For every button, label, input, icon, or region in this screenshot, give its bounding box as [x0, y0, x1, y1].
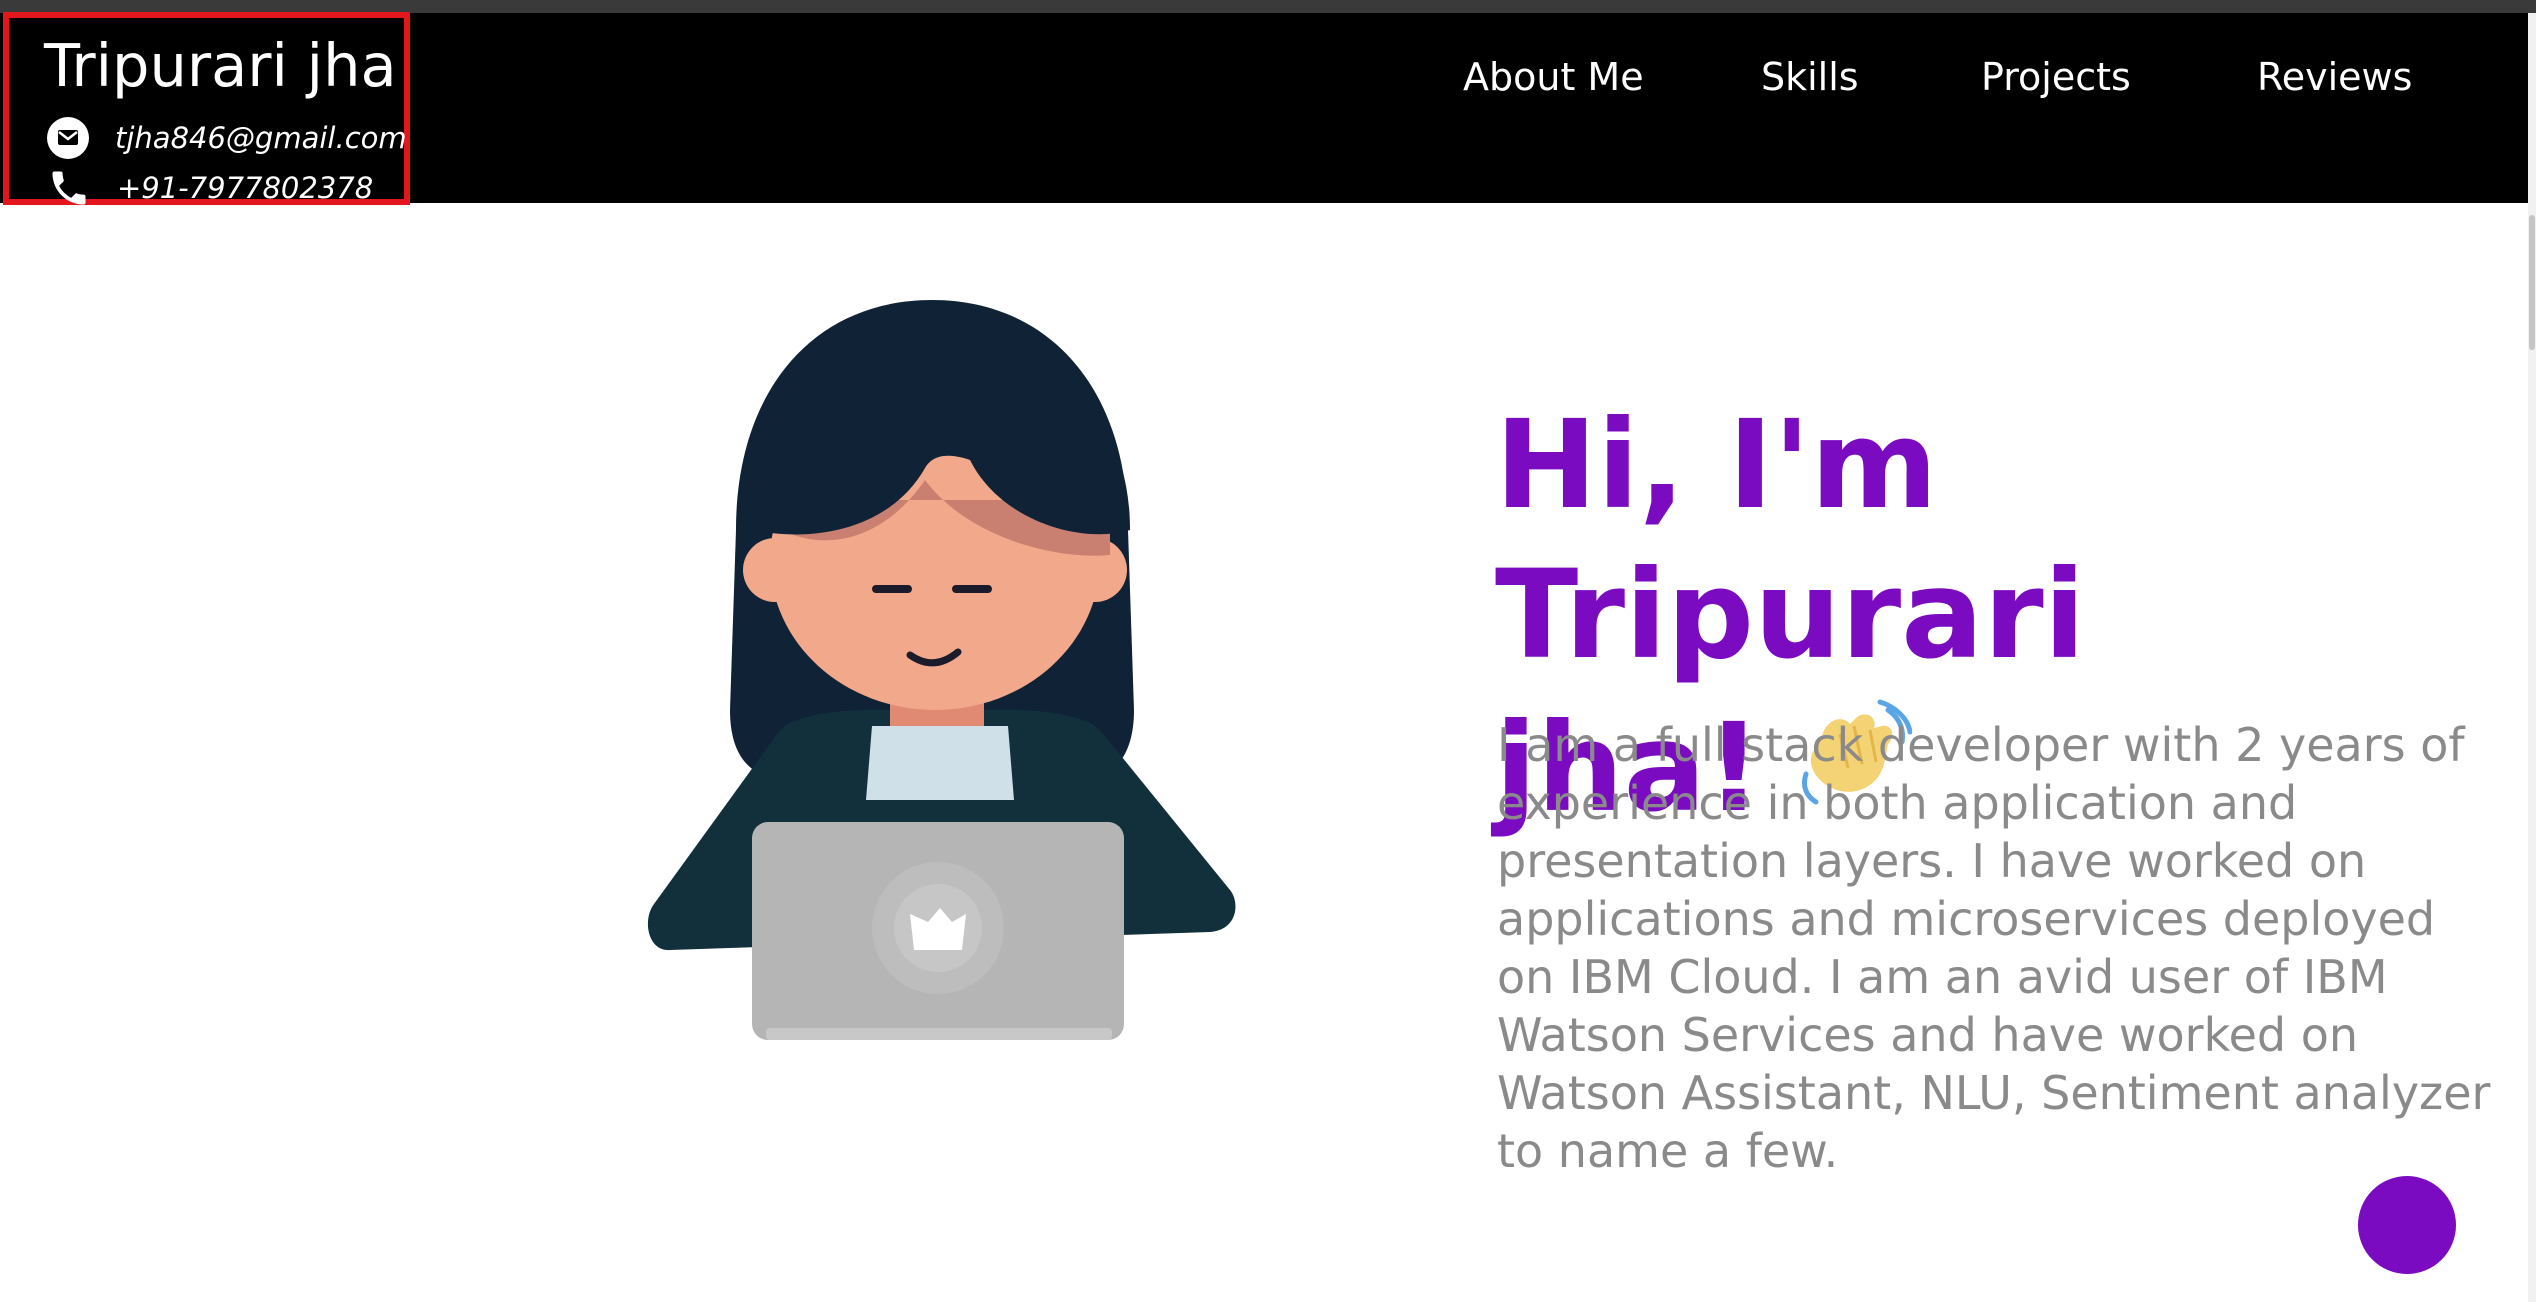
brand-name[interactable]: Tripurari jha [44, 36, 397, 95]
nav-skills[interactable]: Skills [1761, 55, 1859, 99]
phone-contact[interactable]: +91-7977802378 [47, 165, 373, 211]
hero-description: I am a full stack developer with 2 years… [1497, 718, 2491, 1178]
scrollbar-thumb[interactable] [2529, 215, 2535, 350]
scrollbar-track[interactable] [2528, 13, 2536, 1302]
nav-reviews[interactable]: Reviews [2257, 55, 2412, 99]
email-contact[interactable]: tjha846@gmail.com [47, 115, 407, 161]
email-text[interactable]: tjha846@gmail.com [115, 121, 407, 155]
floating-action-button[interactable] [2358, 1176, 2456, 1274]
nav-about-me[interactable]: About Me [1463, 55, 1644, 99]
mail-icon [47, 117, 89, 159]
hero-title-line1: Hi, I'm Tripurari [1495, 394, 2086, 686]
brand-contact-block: Tripurari jha tjha846@gmail.com +91-7977… [3, 12, 410, 205]
developer-illustration [647, 300, 1236, 1040]
phone-text[interactable]: +91-7977802378 [117, 171, 373, 205]
nav-projects[interactable]: Projects [1981, 55, 2131, 99]
phone-icon [52, 171, 86, 205]
